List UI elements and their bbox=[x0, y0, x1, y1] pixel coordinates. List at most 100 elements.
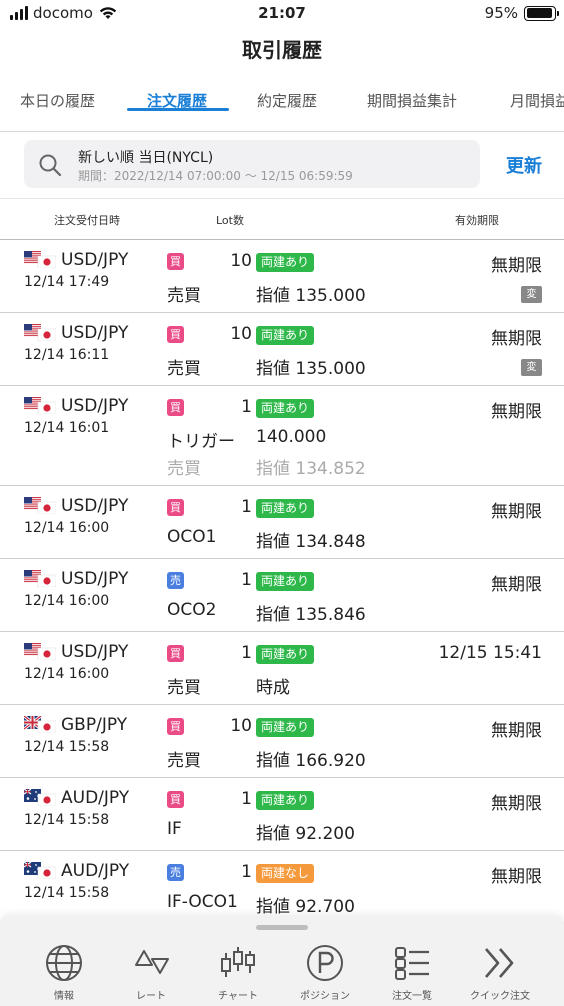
order-row[interactable]: USD/JPY 12/14 16:01 買 1 両建あり 無期限 トリガー 140.000 売買… bbox=[0, 386, 564, 486]
order-datetime: 12/14 16:11 bbox=[24, 347, 110, 363]
side-badge: 買 bbox=[167, 399, 184, 416]
order-row[interactable]: AUD/JPY 12/14 15:58 買 1 両建あり 無期限 IF 指値 92.200 bbox=[0, 778, 564, 851]
currency-pair: USD/JPY bbox=[61, 496, 129, 516]
tab-period-pl[interactable]: 期間損益集計 bbox=[367, 76, 457, 111]
change-order-button[interactable]: 変 bbox=[521, 359, 542, 376]
candlestick-icon bbox=[221, 947, 255, 977]
order-row[interactable]: USD/JPY 12/14 16:11 買 10 両建あり 無期限 売買 指値 135.000… bbox=[0, 313, 564, 386]
hedge-badge: 両建あり bbox=[256, 645, 315, 664]
nav-info[interactable]: 情報 bbox=[24, 943, 104, 1002]
order-type: OCO1 bbox=[167, 527, 217, 547]
side-badge: 売 bbox=[167, 572, 184, 589]
drag-handle[interactable] bbox=[256, 925, 308, 930]
order-list-icon bbox=[395, 947, 429, 980]
tab-monthly-pl[interactable]: 月間損益 bbox=[510, 76, 564, 111]
tab-today-history[interactable]: 本日の履歴 bbox=[20, 76, 95, 111]
expiry-value: 無期限 bbox=[491, 256, 542, 276]
expiry-value: 12/15 15:41 bbox=[438, 643, 542, 663]
lot-value: 1 bbox=[241, 862, 252, 882]
nav-rate[interactable]: レート bbox=[111, 943, 191, 1002]
order-datetime: 12/14 16:01 bbox=[24, 420, 110, 436]
order-price: 指値 135.000 bbox=[256, 359, 366, 379]
filter-selector[interactable]: 新しい順 当日(NYCL) 期間：2022/12/14 07:00:00 ～ 1… bbox=[24, 140, 480, 188]
lot-value: 1 bbox=[241, 397, 252, 417]
side-badge: 買 bbox=[167, 718, 184, 735]
order-price: 指値 134.848 bbox=[256, 532, 366, 552]
period-label: 期間：2022/12/14 07:00:00 ～ 12/15 06:59:59 bbox=[78, 169, 353, 183]
order-type-secondary: 売買 bbox=[167, 459, 201, 479]
globe-icon bbox=[46, 945, 82, 981]
order-row[interactable]: USD/JPY 12/14 16:00 買 1 両建あり 12/15 15:41 売買 時成 bbox=[0, 632, 564, 705]
side-badge: 買 bbox=[167, 791, 184, 808]
tab-order-history[interactable]: 注文履歴 bbox=[126, 76, 230, 111]
status-bar: docomo 21:07 95% bbox=[0, 0, 564, 28]
order-row[interactable]: AUD/JPY 12/14 15:58 売 1 両建なし 無期限 IF-OCO1 指値 92.… bbox=[0, 851, 564, 924]
order-price: 指値 135.846 bbox=[256, 605, 366, 625]
page-title: 取引履歴 bbox=[242, 38, 322, 62]
nav-position[interactable]: ポジション bbox=[285, 943, 365, 1002]
clock: 21:07 bbox=[258, 4, 306, 22]
order-price-secondary: 指値 134.852 bbox=[256, 459, 366, 479]
search-icon bbox=[39, 154, 62, 177]
order-datetime: 12/14 16:00 bbox=[24, 666, 110, 682]
order-row[interactable]: USD/JPY 12/14 16:00 買 1 両建あり 無期限 OCO1 指値 134.84… bbox=[0, 486, 564, 559]
tab-bar: 本日の履歴 注文履歴 約定履歴 期間損益集計 月間損益 bbox=[0, 76, 564, 132]
order-row[interactable]: GBP/JPY 12/14 15:58 買 10 両建あり 無期限 売買 指値 166.920 bbox=[0, 705, 564, 778]
nav-order-list[interactable]: 注文一覧 bbox=[372, 943, 452, 1002]
order-price: 指値 166.920 bbox=[256, 751, 366, 771]
expiry-value: 無期限 bbox=[491, 502, 542, 522]
lot-value: 1 bbox=[241, 789, 252, 809]
double-chevron-icon bbox=[485, 948, 514, 978]
us-jp-flag-icon bbox=[24, 397, 57, 415]
expiry-value: 無期限 bbox=[491, 721, 542, 741]
change-order-button[interactable]: 変 bbox=[521, 286, 542, 303]
order-type: OCO2 bbox=[167, 600, 217, 620]
bottom-nav: 情報 レート チャート ポジション 注文一覧 クイック注文 bbox=[0, 915, 564, 1006]
expiry-value: 無期限 bbox=[491, 402, 542, 422]
currency-pair: USD/JPY bbox=[61, 323, 129, 343]
currency-pair: USD/JPY bbox=[61, 642, 129, 662]
order-list: USD/JPY 12/14 17:49 買 10 両建あり 無期限 売買 指値 135.000… bbox=[0, 240, 564, 924]
side-badge: 売 bbox=[167, 864, 184, 881]
side-badge: 買 bbox=[167, 253, 184, 270]
column-lot: Lot数 bbox=[216, 214, 244, 227]
nav-chart[interactable]: チャート bbox=[198, 943, 278, 1002]
battery-icon bbox=[524, 5, 559, 21]
expiry-value: 無期限 bbox=[491, 794, 542, 814]
order-row[interactable]: USD/JPY 12/14 16:00 売 1 両建あり 無期限 OCO2 指値 135.84… bbox=[0, 559, 564, 632]
refresh-button[interactable]: 更新 bbox=[506, 152, 542, 178]
position-p-icon bbox=[307, 945, 343, 981]
order-price: 指値 92.700 bbox=[256, 897, 355, 917]
order-datetime: 12/14 15:58 bbox=[24, 885, 110, 901]
lot-value: 1 bbox=[241, 570, 252, 590]
side-badge: 買 bbox=[167, 326, 184, 343]
filter-bar: 新しい順 当日(NYCL) 期間：2022/12/14 07:00:00 ～ 1… bbox=[0, 132, 564, 196]
hedge-badge: 両建あり bbox=[256, 572, 315, 591]
currency-pair: AUD/JPY bbox=[61, 861, 130, 881]
order-datetime: 12/14 16:00 bbox=[24, 520, 110, 536]
gb-jp-flag-icon bbox=[23, 714, 57, 734]
order-type: 売買 bbox=[167, 751, 201, 771]
hedge-badge: 両建あり bbox=[256, 718, 315, 737]
lot-value: 1 bbox=[241, 497, 252, 517]
order-datetime: 12/14 15:58 bbox=[24, 739, 110, 755]
currency-pair: GBP/JPY bbox=[61, 715, 128, 735]
nav-quick-order[interactable]: クイック注文 bbox=[460, 943, 540, 1002]
us-jp-flag-icon bbox=[24, 643, 57, 661]
order-type: IF-OCO1 bbox=[167, 892, 238, 912]
order-price: 140.000 bbox=[256, 427, 327, 447]
hedge-badge: 両建あり bbox=[256, 326, 315, 345]
order-price: 指値 135.000 bbox=[256, 286, 366, 306]
column-expiry: 有効期限 bbox=[455, 214, 499, 227]
lot-value: 1 bbox=[241, 643, 252, 663]
hedge-badge: 両建あり bbox=[256, 499, 315, 518]
hedge-badge: 両建あり bbox=[256, 253, 315, 272]
sort-label: 新しい順 当日(NYCL) bbox=[78, 150, 214, 166]
au-jp-flag-icon bbox=[23, 788, 57, 807]
order-type: トリガー bbox=[167, 432, 235, 452]
expiry-value: 無期限 bbox=[491, 867, 542, 887]
tab-execution-history[interactable]: 約定履歴 bbox=[257, 76, 317, 111]
order-datetime: 12/14 15:58 bbox=[24, 812, 110, 828]
us-jp-flag-icon bbox=[24, 570, 57, 588]
order-row[interactable]: USD/JPY 12/14 17:49 買 10 両建あり 無期限 売買 指値 135.000… bbox=[0, 240, 564, 313]
